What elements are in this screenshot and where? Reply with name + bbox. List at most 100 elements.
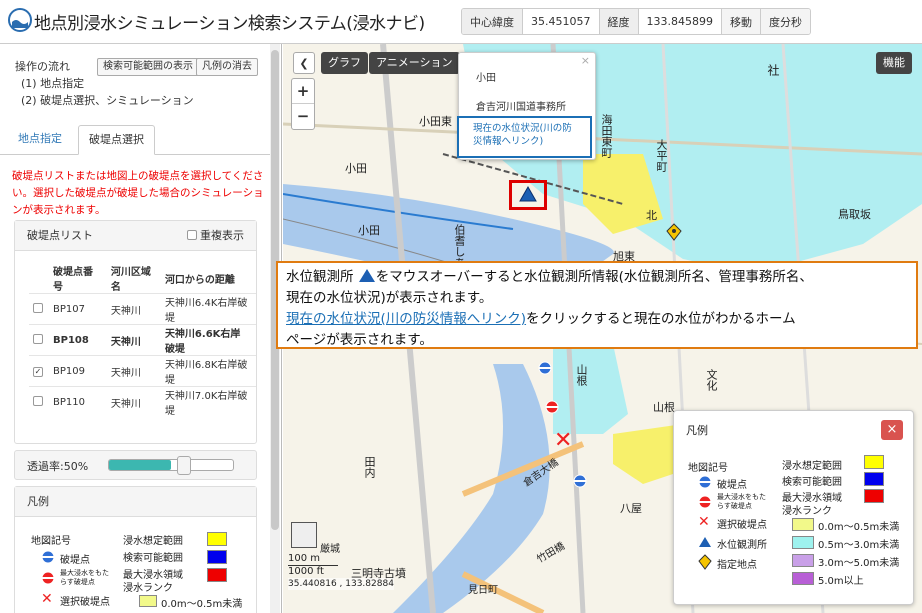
graph-button[interactable]: グラフ xyxy=(321,52,368,74)
map-label: 北 xyxy=(646,209,657,222)
map-label: 文化 xyxy=(705,369,718,391)
move-button[interactable]: 移動 xyxy=(721,9,761,34)
overlap-label: 重複表示 xyxy=(200,229,244,242)
search-range-button[interactable]: 検索可能範囲の表示 xyxy=(97,58,199,76)
table-row[interactable]: BP107 天神川 天神川6.4K右岸破堤 xyxy=(29,293,256,325)
breach-list-panel: 破堤点リスト 重複表示 破堤点番号 河川区域名 河口からの距離 BP107 天神… xyxy=(14,220,257,444)
row-checkbox-checked[interactable]: ✓ xyxy=(33,366,43,377)
app-header: 地点別浸水シミュレーション検索システム(浸水ナビ) 中心緯度 35.451057… xyxy=(0,0,922,44)
breach-distance: 天神川6.4K右岸破堤 xyxy=(160,293,256,325)
callout-text: 水位観測所 xyxy=(286,269,354,285)
map-label: 山根 xyxy=(575,364,588,386)
table-row[interactable]: ✓ BP109 天神川 天神川6.8K右岸破堤 xyxy=(29,355,256,387)
flow-step-1: (1) 地点指定 xyxy=(21,77,85,90)
map-label: 小田東 xyxy=(419,115,452,128)
zoom-control: + − xyxy=(291,78,315,130)
scale-100m: 100 m xyxy=(288,553,338,566)
map-legend-flood-range: 浸水想定範囲 xyxy=(782,461,842,472)
breach-table: 破堤点番号 河川区域名 河口からの距離 BP107 天神川 天神川6.4K右岸破… xyxy=(29,263,256,418)
zoom-in-button[interactable]: + xyxy=(292,79,314,104)
breach-id: BP108 xyxy=(49,324,107,356)
map-legend-station: 水位観測所 xyxy=(717,540,767,551)
features-button[interactable]: 機能 xyxy=(876,52,912,74)
max-breach-icon xyxy=(41,571,55,585)
breach-point-marker[interactable] xyxy=(573,474,587,488)
callout-link[interactable]: 現在の水位状況(川の防災情報へリンク) xyxy=(286,311,526,327)
tab-bar: 地点指定 破堤点選択 xyxy=(0,121,270,155)
selected-breach-marker[interactable]: ✕ xyxy=(554,428,572,453)
row-checkbox[interactable] xyxy=(33,302,43,313)
opacity-label: 透過率:50% xyxy=(27,460,89,473)
map-legend-rank: 浸水ランク xyxy=(782,506,832,517)
map-legend-selected: 選択破堤点 xyxy=(717,520,767,531)
map-legend-rank-3: 3.0m〜5.0m未満 xyxy=(818,558,900,569)
breach-distance: 天神川7.0K右岸破堤 xyxy=(160,386,256,418)
callout-line-3: 現在の水位状況(川の防災情報へリンク)をクリックすると現在の水位がわかるホーム xyxy=(286,309,908,330)
longitude-label: 経度 xyxy=(599,9,639,34)
latitude-input[interactable]: 35.451057 xyxy=(523,9,600,34)
swatch-blue xyxy=(864,472,884,486)
max-breach-marker[interactable] xyxy=(545,400,559,414)
legend-rank: 浸水ランク xyxy=(123,583,173,594)
animation-button[interactable]: アニメーション xyxy=(369,52,460,74)
map-label: 山根 xyxy=(653,401,675,414)
map-legend-title: 凡例 xyxy=(686,424,708,437)
slider-handle[interactable] xyxy=(177,456,191,475)
col-header-distance: 河口からの距離 xyxy=(164,274,235,286)
swatch-yellow xyxy=(207,532,227,546)
map-label: 小田 xyxy=(358,224,380,237)
legend-clear-button[interactable]: 凡例の消去 xyxy=(196,58,258,76)
collapse-panel-button[interactable]: ❮ xyxy=(293,52,315,74)
legend-rank1: 0.0m〜0.5m未満 xyxy=(161,599,243,610)
designated-point-marker[interactable] xyxy=(666,223,682,241)
callout-line-1: 水位観測所 をマウスオーバーすると水位観測所情報(水位観測所名、管理事務所名、 xyxy=(286,267,908,288)
breach-list-title: 破堤点リスト xyxy=(27,229,93,242)
opacity-slider[interactable] xyxy=(108,456,234,475)
table-row[interactable]: BP108 天神川 天神川6.6K右岸破堤 xyxy=(29,324,256,356)
water-level-station-icon[interactable] xyxy=(519,186,537,202)
water-level-station-icon xyxy=(358,269,375,282)
swatch-red xyxy=(864,489,884,503)
tab-point-select[interactable]: 地点指定 xyxy=(8,125,72,155)
side-panel: 操作の流れ (1) 地点指定 (2) 破堤点選択、シミュレーション 検索可能範囲… xyxy=(0,44,282,613)
breach-id: BP109 xyxy=(49,355,107,387)
legend-symbols-label: 地図記号 xyxy=(31,536,71,547)
row-checkbox[interactable] xyxy=(33,333,43,344)
overlap-checkbox[interactable] xyxy=(186,230,197,240)
popup-close-button[interactable]: × xyxy=(581,54,590,67)
col-header-id: 破堤点番号 xyxy=(53,267,93,293)
overlap-toggle[interactable]: 重複表示 xyxy=(186,221,244,251)
swatch-rank1 xyxy=(139,595,157,607)
breach-list-header: 破堤点リスト 重複表示 xyxy=(15,221,256,251)
breach-distance: 天神川6.8K右岸破堤 xyxy=(160,355,256,387)
legend-close-button[interactable]: × xyxy=(881,420,903,440)
river-name: 天神川 xyxy=(106,293,161,325)
dms-button[interactable]: 度分秒 xyxy=(760,9,810,34)
breach-point-icon xyxy=(698,475,712,489)
map-legend-symbols: 地図記号 xyxy=(688,463,728,474)
map-legend-rank-4: 5.0m以上 xyxy=(818,576,864,587)
swatch-red xyxy=(207,568,227,582)
map-label: 小田 xyxy=(345,162,367,175)
river-name: 天神川 xyxy=(106,355,161,387)
river-name: 天神川 xyxy=(106,386,161,418)
table-row[interactable]: BP110 天神川 天神川7.0K右岸破堤 xyxy=(29,386,256,418)
legend-breach-point: 破堤点 xyxy=(60,555,90,566)
longitude-input[interactable]: 133.845899 xyxy=(638,9,722,34)
map-label: 田内 xyxy=(363,456,376,478)
breach-point-icon xyxy=(41,550,55,564)
col-header-river: 河川区域名 xyxy=(110,267,151,293)
max-breach-icon xyxy=(698,495,712,509)
overview-map-button[interactable] xyxy=(291,522,317,548)
selected-breach-icon: ✕ xyxy=(698,514,710,530)
map-label: 社 xyxy=(766,64,780,76)
map-legend-rank-1: 0.0m〜0.5m未満 xyxy=(818,522,900,533)
popup-water-level-link[interactable]: 現在の水位状況(川の防災情報へリンク) xyxy=(457,116,592,158)
zoom-out-button[interactable]: − xyxy=(292,104,314,129)
swatch-rank-3 xyxy=(792,554,814,567)
row-checkbox[interactable] xyxy=(33,395,43,406)
scale-1000ft: 1000 ft xyxy=(288,566,324,577)
latitude-label: 中心緯度 xyxy=(462,9,523,34)
tab-breach-select[interactable]: 破堤点選択 xyxy=(78,125,155,155)
breach-point-marker[interactable] xyxy=(538,361,552,375)
